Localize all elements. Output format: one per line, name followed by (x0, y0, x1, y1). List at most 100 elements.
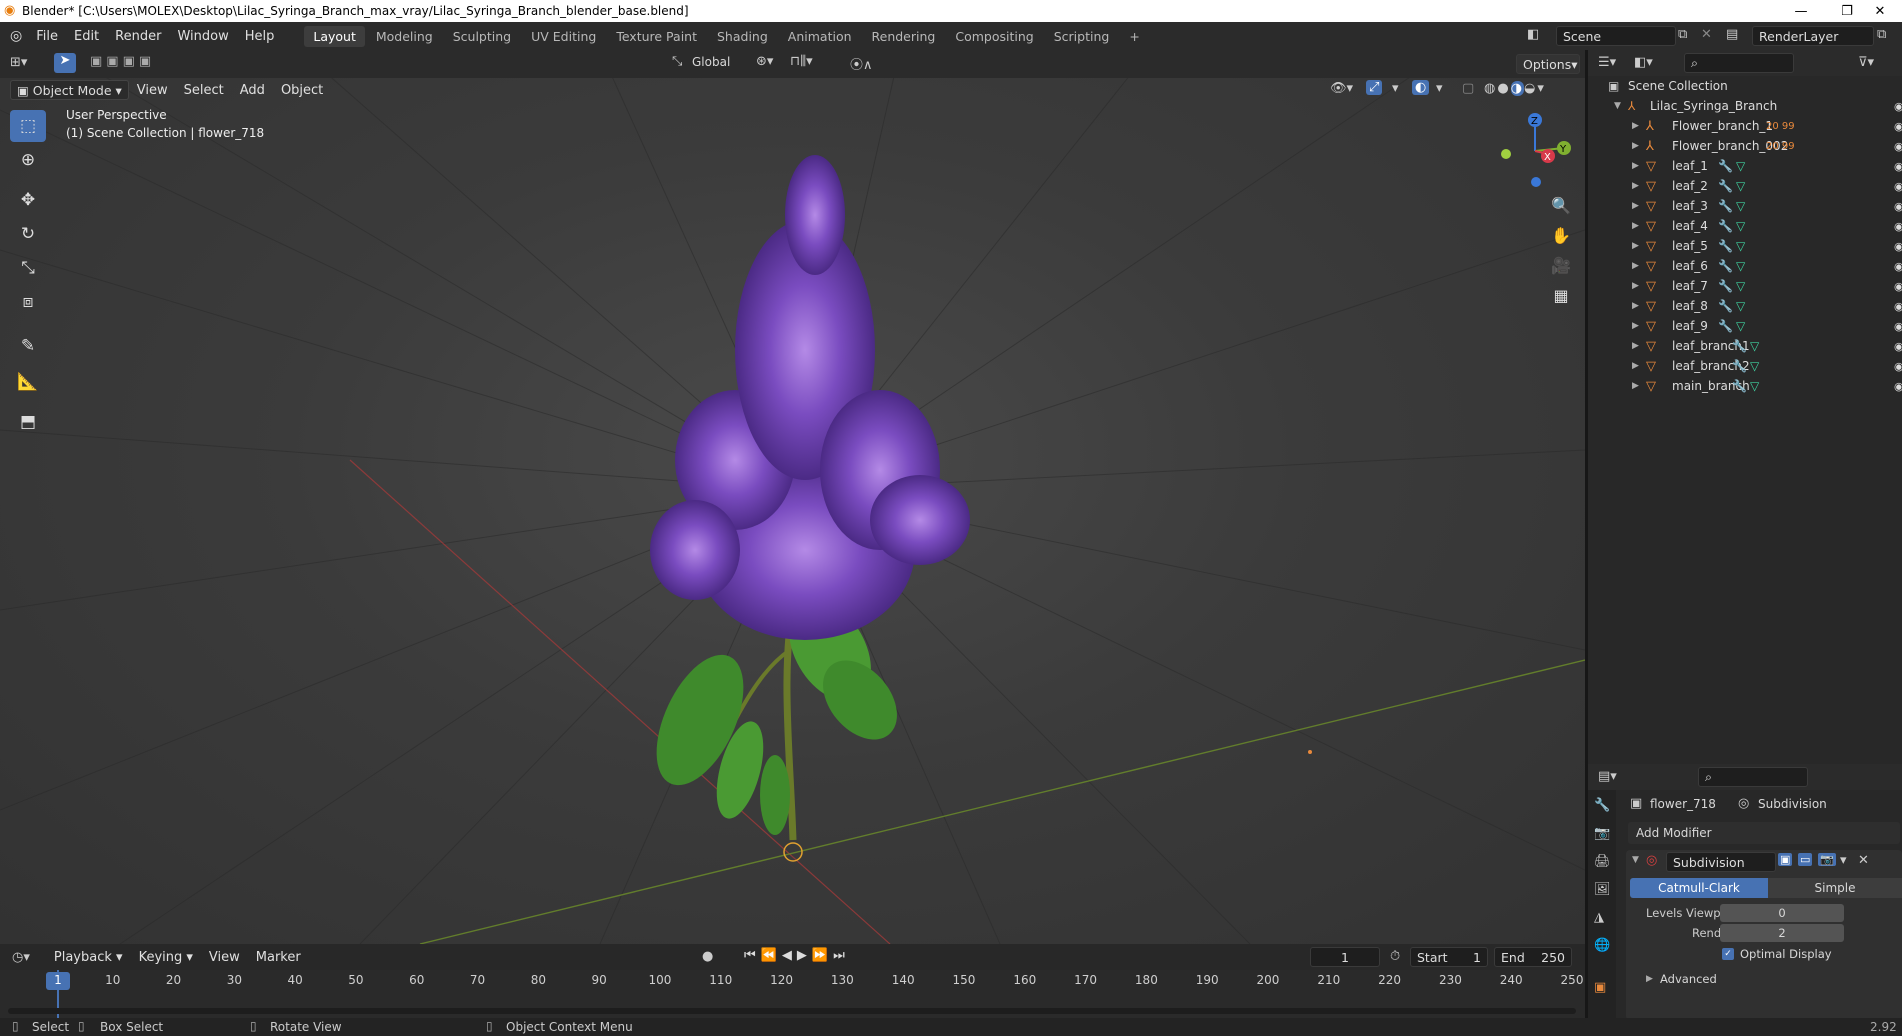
current-frame-field[interactable]: 1 (1310, 947, 1380, 967)
visibility-icon[interactable]: 👁▾ (1330, 81, 1353, 96)
modifier-wrench-icon[interactable]: 🔧 (1718, 299, 1733, 313)
expand-right-icon[interactable]: ▶ (1632, 201, 1639, 211)
expand-right-icon[interactable]: ▶ (1632, 221, 1639, 231)
outliner-item[interactable]: ▶ ▽ leaf_branch2 🔧 ▽ ◉ (1588, 356, 1902, 376)
scale-tool-icon[interactable]: ⤡ (10, 252, 46, 284)
modifier-wrench-icon[interactable]: 🔧 (1732, 339, 1747, 353)
gizmo-toggle-icon[interactable]: ⤢ (1366, 80, 1383, 95)
outliner-item[interactable]: ▶ ⅄ Flower_branch_002 20 99 ◉ (1588, 136, 1902, 156)
measure-tool-icon[interactable]: 📐 (10, 366, 46, 398)
shading-mode-icons[interactable]: ◍●◑◒▾ (1484, 81, 1546, 96)
outliner-item[interactable]: ▶ ▽ leaf_8 🔧 ▽ ◉ (1588, 296, 1902, 316)
proportional-edit-icon[interactable]: ⦿∧ (850, 54, 873, 73)
close-window-button[interactable]: ✕ (1858, 0, 1902, 22)
expand-right-icon[interactable]: ▶ (1632, 161, 1639, 171)
outliner-collection-row[interactable]: ▼ ⅄ Lilac_Syringa_Branch ◉ (1588, 96, 1902, 116)
outliner-item[interactable]: ▶ ▽ leaf_1 🔧 ▽ ◉ (1588, 156, 1902, 176)
outliner-scene-collection[interactable]: ▣ Scene Collection (1588, 76, 1902, 96)
eye-icon[interactable]: ◉ (1894, 180, 1902, 193)
expand-right-icon[interactable]: ▶ (1632, 141, 1639, 151)
eye-icon[interactable]: ◉ (1894, 160, 1902, 173)
vp-menu-view[interactable]: View (129, 83, 176, 98)
timeline-ruler[interactable]: 1 10 20 30 40 50 60 70 80 90 100 110 120 130 140 150 160… (0, 970, 1585, 1018)
mesh-data-icon[interactable]: ▽ (1736, 259, 1745, 273)
scene-copy-icon[interactable]: ⧉ (1678, 27, 1687, 42)
menu-edit[interactable]: Edit (66, 29, 107, 44)
simple-tab[interactable]: Simple (1768, 878, 1902, 898)
overlay-toggle-icon[interactable]: ◐ (1412, 80, 1430, 95)
blender-menu-icon[interactable]: ◎ (10, 28, 22, 44)
overlay-dropdown-icon[interactable]: ▾ (1436, 81, 1443, 96)
outliner-item[interactable]: ▶ ▽ main_branch 🔧 ▽ ◉ (1588, 376, 1902, 396)
expand-right-icon[interactable]: ▶ (1632, 281, 1639, 291)
mesh-data-icon[interactable]: ▽ (1736, 239, 1745, 253)
mesh-data-icon[interactable]: ▽ (1736, 219, 1745, 233)
rotate-tool-icon[interactable]: ↻ (10, 218, 46, 250)
transform-orientation[interactable]: Global (692, 55, 730, 69)
menu-render[interactable]: Render (107, 29, 169, 44)
eye-icon[interactable]: ◉ (1894, 360, 1902, 373)
optimal-display-checkbox[interactable]: ✓ (1722, 948, 1734, 960)
ortho-grid-icon[interactable]: ▦ (1546, 280, 1576, 310)
pivot-icon[interactable]: ⊛▾ (756, 54, 773, 69)
eye-icon[interactable]: ◉ (1894, 280, 1902, 293)
timeline-menu-view[interactable]: View (201, 950, 248, 965)
tool-tab-icon[interactable]: 🔧 (1594, 798, 1610, 813)
timeline-menu-marker[interactable]: Marker (248, 950, 309, 965)
eye-icon[interactable]: ◉ (1894, 380, 1902, 393)
navigation-gizmo[interactable]: Z Y X (1490, 106, 1580, 196)
timeline-menu-playback[interactable]: Playback ▾ (46, 950, 131, 965)
modifier-wrench-icon[interactable]: 🔧 (1718, 219, 1733, 233)
tab-animation[interactable]: Animation (779, 26, 861, 47)
render-tab-icon[interactable]: 📷 (1594, 826, 1610, 841)
snap-icon[interactable]: ⊓⫼▾ (790, 54, 813, 69)
outliner-item[interactable]: ▶ ▽ leaf_7 🔧 ▽ ◉ (1588, 276, 1902, 296)
tab-layout[interactable]: Layout (304, 25, 365, 47)
advanced-expand-icon[interactable]: ▶ (1646, 974, 1653, 984)
mesh-data-icon[interactable]: ▽ (1750, 379, 1759, 393)
eye-icon[interactable]: ◉ (1894, 320, 1902, 333)
eye-icon[interactable]: ◉ (1894, 340, 1902, 353)
expand-right-icon[interactable]: ▶ (1632, 341, 1639, 351)
render-layer-selector[interactable]: RenderLayer (1752, 26, 1874, 46)
modifier-wrench-icon[interactable]: 🔧 (1732, 379, 1747, 393)
eye-icon[interactable]: ◉ (1894, 200, 1902, 213)
tab-scripting[interactable]: Scripting (1045, 26, 1119, 47)
editmode-toggle-icon[interactable]: ▣ (1778, 853, 1793, 866)
properties-search-input[interactable]: ⌕ (1698, 767, 1808, 787)
modifier-wrench-icon[interactable]: 🔧 (1718, 159, 1733, 173)
render-layer-copy-icon[interactable]: ⧉ (1877, 27, 1886, 42)
gizmo-dropdown-icon[interactable]: ▾ (1392, 81, 1399, 96)
outliner-item[interactable]: ▶ ▽ leaf_5 🔧 ▽ ◉ (1588, 236, 1902, 256)
add-cube-tool-icon[interactable]: ⬒ (10, 406, 46, 438)
expand-right-icon[interactable]: ▶ (1632, 241, 1639, 251)
scene-tab-icon[interactable]: ◮ (1594, 910, 1604, 925)
object-tab-icon[interactable]: ▣ (1594, 980, 1606, 995)
cursor-tool-icon[interactable]: ⊕ (10, 144, 46, 176)
eye-icon[interactable]: ◉ (1894, 140, 1902, 153)
tab-modeling[interactable]: Modeling (367, 26, 442, 47)
tab-shading[interactable]: Shading (708, 26, 777, 47)
annotate-tool-icon[interactable]: ✎ (10, 330, 46, 362)
render-toggle-icon[interactable]: 📷 (1818, 853, 1836, 866)
menu-help[interactable]: Help (237, 29, 283, 44)
mesh-data-icon[interactable]: ▽ (1750, 359, 1759, 373)
select-mode-icons[interactable]: ▣▣▣▣ (90, 54, 155, 69)
vp-menu-add[interactable]: Add (232, 83, 273, 98)
modifier-dropdown-icon[interactable]: ▾ (1840, 853, 1847, 868)
filter-icon[interactable]: ⊽▾ (1858, 55, 1874, 70)
end-frame-field[interactable]: End 250 (1494, 947, 1572, 967)
modifier-wrench-icon[interactable]: 🔧 (1718, 199, 1733, 213)
outliner-item[interactable]: ▶ ⅄ Flower_branch_1 20 99 ◉ (1588, 116, 1902, 136)
expand-right-icon[interactable]: ▶ (1632, 361, 1639, 371)
timeline-editor-icon[interactable]: ◷▾ (12, 950, 30, 965)
object-mode-dropdown[interactable]: ▣ Object Mode ▾ (10, 80, 129, 100)
advanced-section-label[interactable]: Advanced (1660, 972, 1717, 986)
modifier-name-field[interactable]: Subdivision (1666, 852, 1776, 872)
record-icon[interactable]: ● (702, 949, 713, 964)
outliner-item[interactable]: ▶ ▽ leaf_3 🔧 ▽ ◉ (1588, 196, 1902, 216)
mesh-data-icon[interactable]: ▽ (1736, 199, 1745, 213)
add-workspace-icon[interactable]: + (1120, 26, 1148, 47)
outliner-item[interactable]: ▶ ▽ leaf_6 🔧 ▽ ◉ (1588, 256, 1902, 276)
outliner-item[interactable]: ▶ ▽ leaf_2 🔧 ▽ ◉ (1588, 176, 1902, 196)
